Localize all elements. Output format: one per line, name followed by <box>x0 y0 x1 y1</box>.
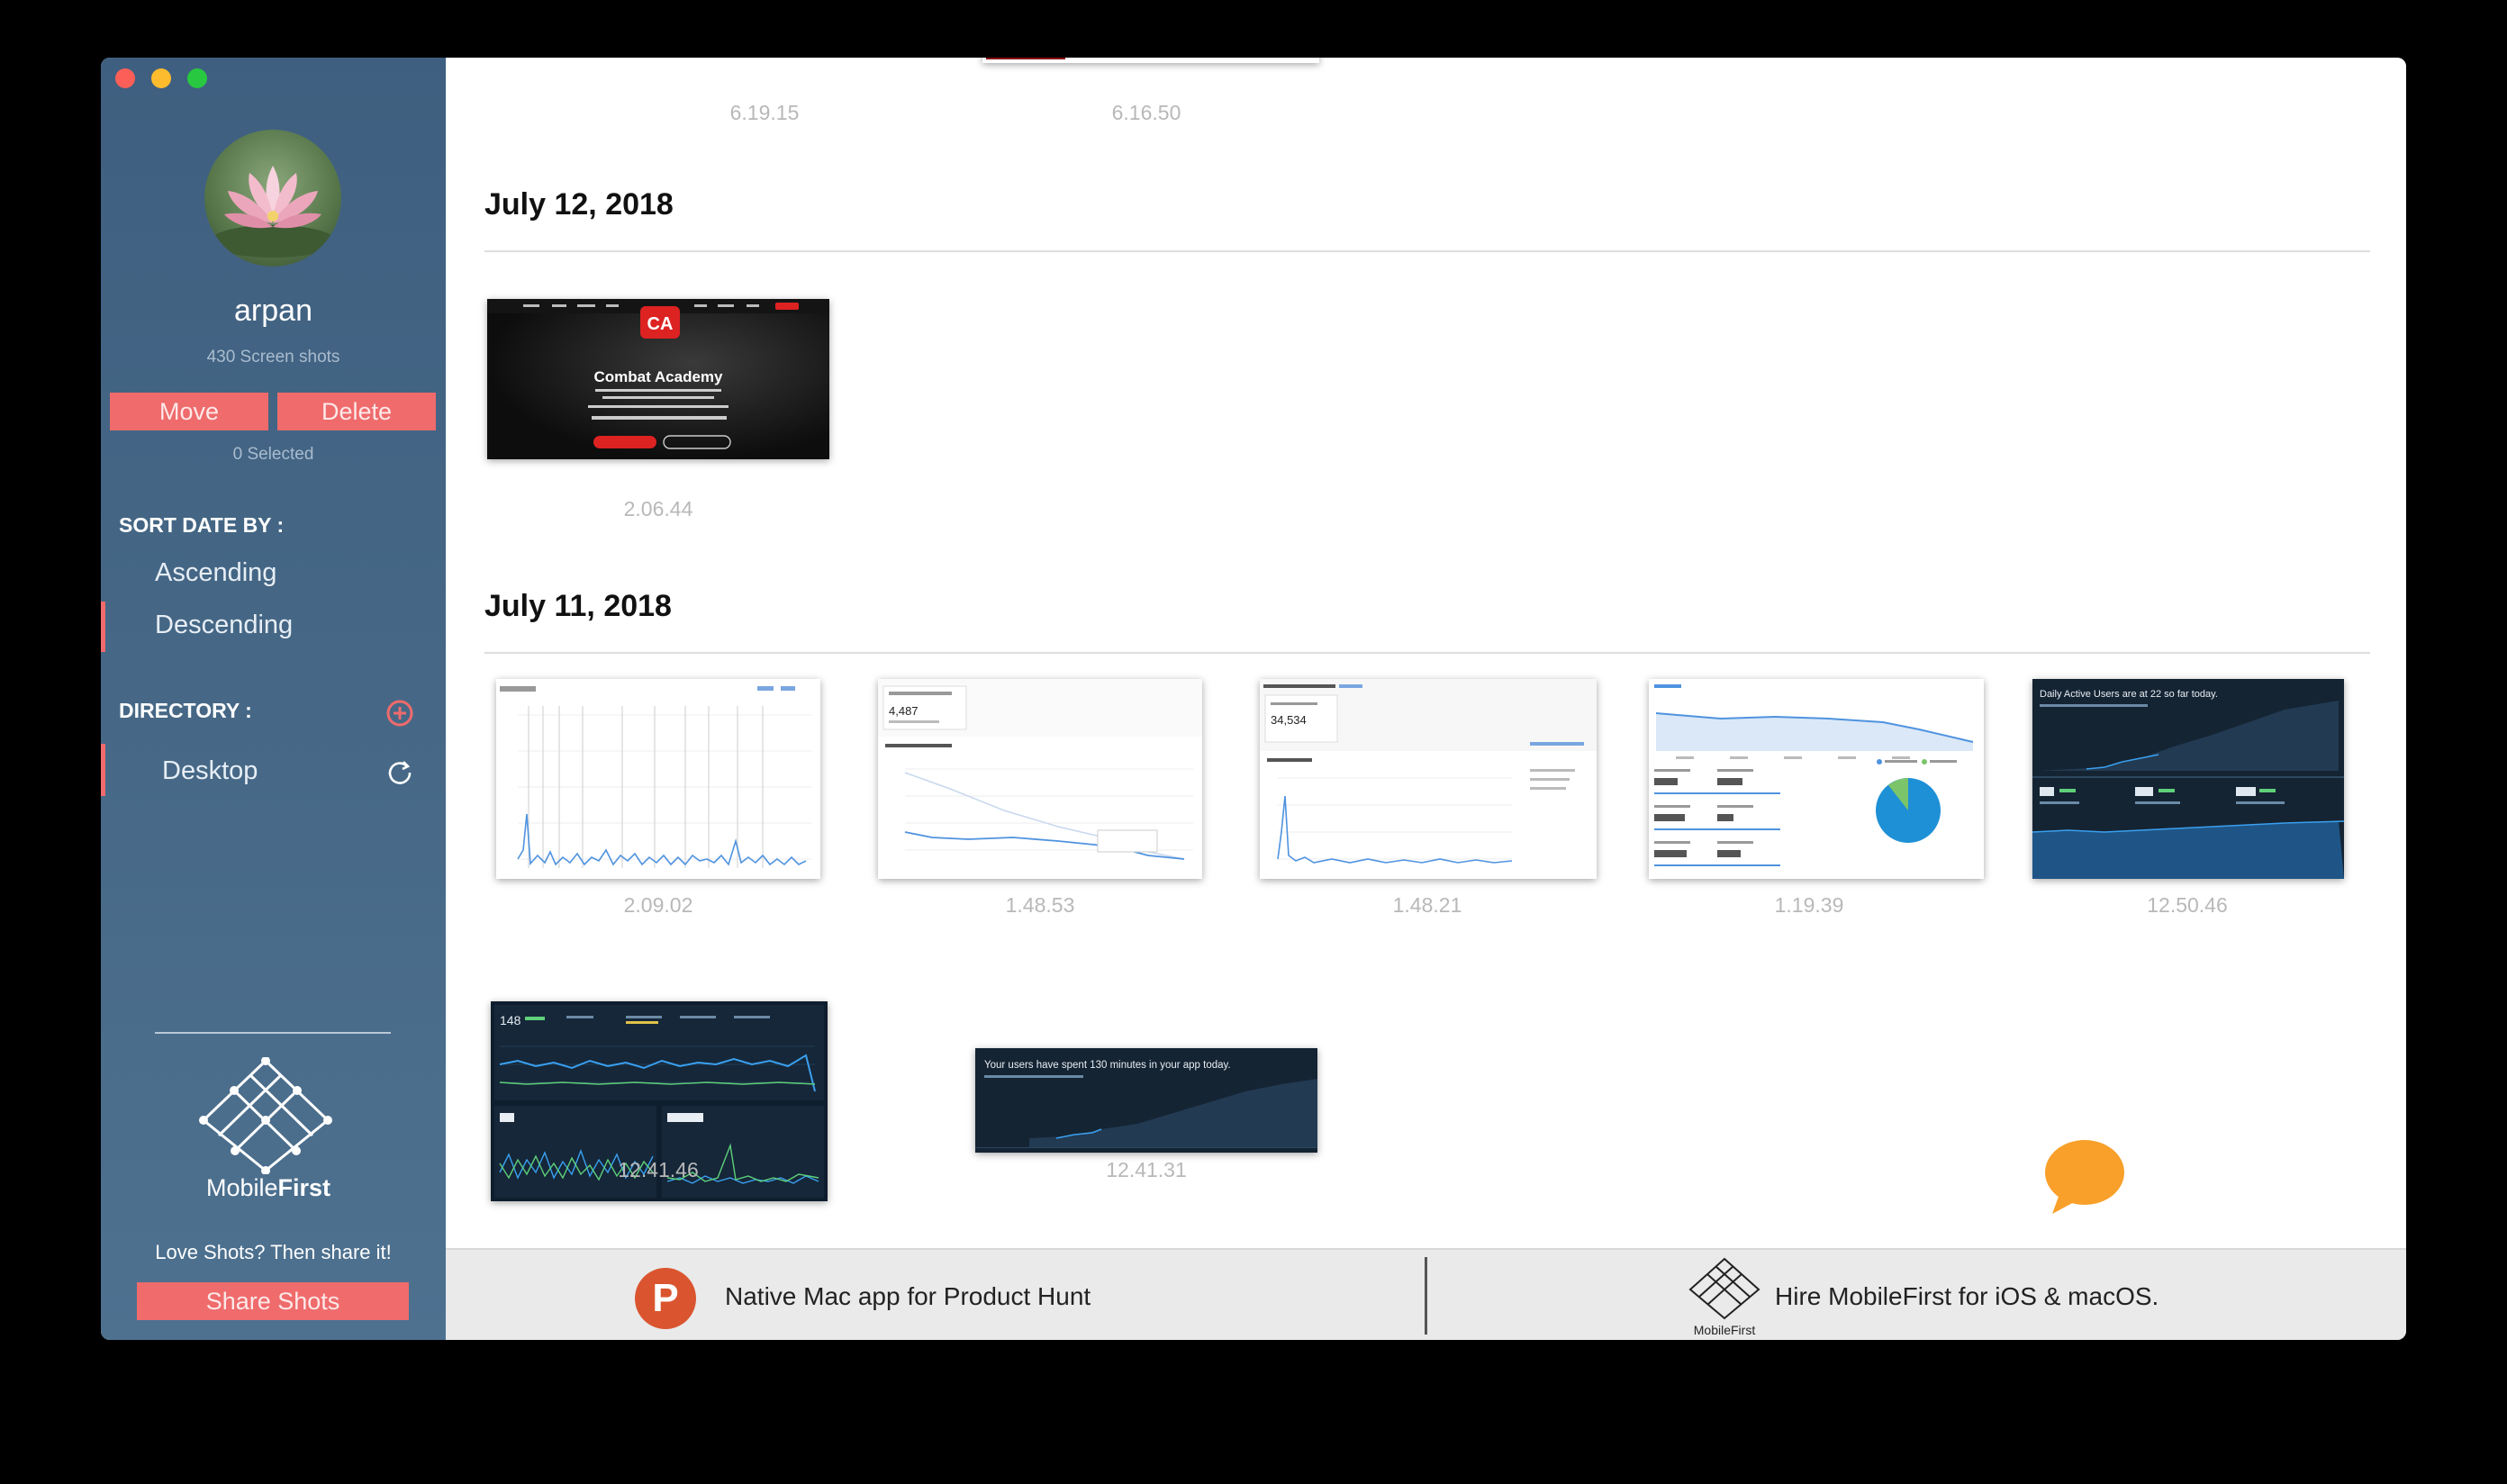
chat-bubble-icon[interactable] <box>2040 1136 2130 1217</box>
mobilefirst-small-text: MobileFirst <box>1694 1323 1756 1337</box>
delete-button[interactable]: Delete <box>277 393 436 430</box>
screenshot-time: 12.41.31 <box>1106 1158 1187 1181</box>
screenshot-time: 1.48.21 <box>1392 893 1462 917</box>
screenshot-thumbnail[interactable]: 4,487 <box>878 679 1202 879</box>
mobilefirst-logo-text: MobileFirst <box>101 1174 436 1202</box>
thumbnail-figure: 148 <box>500 1013 521 1027</box>
close-window-button[interactable] <box>115 68 135 88</box>
minimize-window-button[interactable] <box>151 68 171 88</box>
avatar <box>204 130 341 267</box>
thumbnail-caption: Your users have spent 130 minutes in you… <box>984 1060 1231 1071</box>
share-prompt: Love Shots? Then share it! <box>155 1241 392 1263</box>
selected-count: 0 Selected <box>232 445 314 464</box>
date-divider <box>484 652 2370 654</box>
sort-heading: SORT DATE BY : <box>119 513 285 537</box>
sort-descending-option[interactable]: Descending <box>155 611 293 640</box>
move-button[interactable]: Move <box>110 393 268 430</box>
app-window: arpan 430 Screen shots Move Delete 0 Sel… <box>101 58 2406 1340</box>
thumbnail-caption: Daily Active Users are at 22 so far toda… <box>2040 689 2218 700</box>
screenshot-time: 12.41.46 <box>618 1158 699 1181</box>
sort-ascending-option[interactable]: Ascending <box>155 558 276 588</box>
share-shots-button[interactable]: Share Shots <box>137 1282 409 1320</box>
lotus-flower-icon <box>210 166 336 258</box>
directory-item-desktop[interactable]: Desktop <box>162 756 258 786</box>
screenshot-gallery[interactable]: 6.19.15 6.16.50 July 12, 2018 CA Combat … <box>446 58 2406 1248</box>
product-hunt-letter: P <box>652 1276 679 1320</box>
thumbnail-caption: Combat Academy <box>594 368 724 385</box>
sidebar: arpan 430 Screen shots Move Delete 0 Sel… <box>101 58 446 1340</box>
screenshot-time: 1.19.39 <box>1774 893 1844 917</box>
screenshot-thumbnail[interactable] <box>496 679 820 879</box>
screenshot-thumbnail[interactable]: Daily Active Users are at 22 so far toda… <box>2032 679 2344 879</box>
date-divider <box>484 250 2370 252</box>
logo-text-first: First <box>277 1174 331 1201</box>
sidebar-divider <box>155 1032 391 1034</box>
directory-active-indicator <box>101 744 105 796</box>
mobilefirst-logo-icon <box>198 1056 333 1175</box>
hire-mobilefirst-link[interactable]: Hire MobileFirst for iOS & macOS. <box>1775 1282 2159 1311</box>
refresh-icon[interactable] <box>385 758 414 787</box>
sort-active-indicator <box>101 602 105 652</box>
date-heading: July 12, 2018 <box>484 187 674 222</box>
screenshot-time: 2.06.44 <box>623 497 693 520</box>
logo-text-mobile: Mobile <box>205 1174 278 1201</box>
product-hunt-link[interactable]: Native Mac app for Product Hunt <box>725 1282 1091 1311</box>
screenshot-time: 12.50.46 <box>2147 893 2228 917</box>
product-hunt-icon[interactable]: P <box>635 1268 696 1329</box>
screenshot-time: 6.19.15 <box>729 101 800 124</box>
screenshot-thumbnail[interactable]: Your users have spent 130 minutes in you… <box>975 1048 1317 1153</box>
screenshot-time: 1.48.53 <box>1005 893 1075 917</box>
screenshot-time: 2.09.02 <box>623 893 693 917</box>
add-directory-icon[interactable] <box>385 699 414 728</box>
screenshot-thumbnail[interactable] <box>982 58 1319 63</box>
mobilefirst-small-logo-icon[interactable]: MobileFirst <box>1685 1257 1764 1338</box>
screenshot-thumbnail[interactable] <box>1649 679 1984 879</box>
zoom-window-button[interactable] <box>187 68 207 88</box>
directory-heading: DIRECTORY : <box>119 699 252 722</box>
footer-bar: P Native Mac app for Product Hunt Mobile… <box>446 1248 2406 1340</box>
thumbnail-figure: 34,534 <box>1271 713 1307 727</box>
screenshot-time: 6.16.50 <box>1111 101 1181 124</box>
shot-count: 430 Screen shots <box>206 348 340 366</box>
footer-separator <box>1425 1257 1427 1335</box>
screenshot-thumbnail[interactable]: 34,534 <box>1260 679 1597 879</box>
svg-text:CA: CA <box>647 314 674 334</box>
screenshot-thumbnail[interactable]: CA Combat Academy <box>487 299 829 459</box>
username: arpan <box>234 294 312 328</box>
date-heading: July 11, 2018 <box>484 589 672 623</box>
thumbnail-figure: 4,487 <box>889 704 919 718</box>
